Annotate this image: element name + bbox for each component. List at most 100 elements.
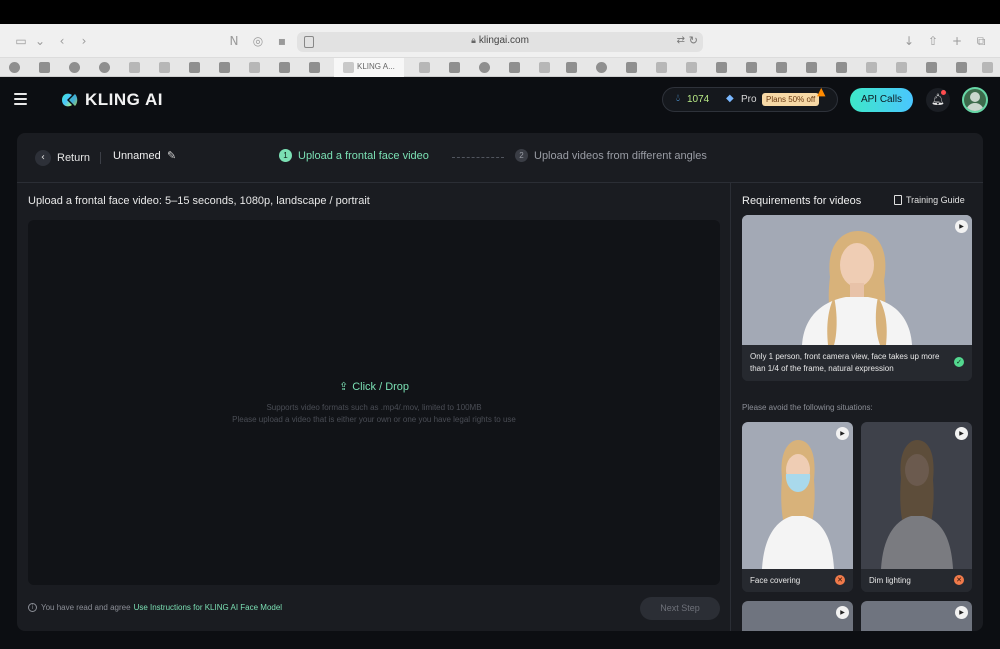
chevron-down-icon[interactable]: ⌄ [32,33,48,49]
translate-icon[interactable]: ⇄ [677,35,685,46]
step-2: 2 Upload videos from different angles [515,149,707,162]
play-icon[interactable]: ▶ [955,427,968,440]
tab-favicon[interactable] [69,62,80,73]
return-button[interactable]: ‹ Return [35,148,90,168]
play-icon[interactable]: ▶ [836,427,849,440]
upload-dropzone[interactable]: ⇪ Click / Drop Supports video formats suc… [28,220,720,585]
tab-favicon[interactable] [99,62,110,73]
tab-favicon[interactable] [219,62,230,73]
tab-favicon[interactable] [686,62,697,73]
new-tab-icon[interactable]: + [949,33,965,49]
forward-icon[interactable]: › [76,33,92,49]
download-icon[interactable]: ↓ [901,33,917,49]
dim-lighting-caption: Dim lighting ✕ [861,569,972,592]
share-icon[interactable]: ⇧ [925,33,941,49]
panel-divider [730,183,731,631]
click-drop-label: Click / Drop [352,381,410,393]
avoid-card-face-covering[interactable]: ▶ Face covering ✕ [742,422,853,592]
instructions-link[interactable]: Use Instructions for KLING AI Face Model [134,603,283,612]
kling-logo-icon [62,93,78,107]
step-1: 1 Upload a frontal face video [279,149,429,162]
url-text: klingai.com [478,35,529,46]
face-model-panel: ‹ Return Unnamed ✎ 1 Upload a frontal fa… [17,133,983,631]
tab-favicon[interactable] [866,62,877,73]
tab-favicon[interactable] [279,62,290,73]
tab-favicon[interactable] [956,62,967,73]
edit-icon[interactable]: ✎ [167,149,176,162]
bell-icon[interactable]: 🔔︎ [926,88,950,112]
tab-favicon[interactable] [716,62,727,73]
face-covering-label: Face covering [750,576,801,585]
step-2-number: 2 [515,149,528,162]
divider [100,152,101,164]
api-calls-button[interactable]: API Calls [850,88,913,112]
diamond-icon: ◆ [726,93,734,104]
tab-overview-icon[interactable]: ⧉ [973,33,989,49]
notification-dot [941,90,946,95]
hamburger-icon[interactable] [14,93,27,105]
check-icon: ✓ [954,357,964,367]
tab-favicon[interactable] [309,62,320,73]
tab-favicon[interactable] [249,62,260,73]
good-example-text: Only 1 person, front camera view, face t… [750,352,940,373]
format-hint: Supports video formats such as .mp4/.mov… [266,403,482,412]
tab-favicon[interactable] [896,62,907,73]
address-bar[interactable]: 🔒︎ klingai.com ⇄ ↻ [297,32,703,52]
project-name: Unnamed [113,150,161,162]
training-guide-label: Training Guide [906,195,965,205]
tab-favicon[interactable] [39,62,50,73]
tab-favicon[interactable] [129,62,140,73]
tab-active[interactable]: KLING A... [334,58,404,77]
avoid-card[interactable]: ▶ [742,601,853,631]
close-icon: ✕ [954,575,964,585]
tab-favicon[interactable] [926,62,937,73]
tab-favicon[interactable] [836,62,847,73]
avoid-card[interactable]: ▶ [861,601,972,631]
tab-favicon[interactable] [566,62,577,73]
return-label: Return [57,152,91,164]
credits-count: 1074 [687,94,710,105]
play-icon[interactable]: ▶ [836,606,849,619]
info-icon: i [28,603,37,612]
tab-favicon[interactable] [776,62,787,73]
requirements-title: Requirements for videos [742,195,862,207]
play-icon[interactable]: ▶ [955,220,968,233]
notion-icon[interactable]: N [226,33,242,49]
tab-favicon[interactable] [596,62,607,73]
agreement-row: i You have read and agree Use Instructio… [28,603,282,612]
plans-discount-badge[interactable]: Plans 50% off [762,93,820,106]
tab-favicon[interactable] [806,62,817,73]
training-guide-link[interactable]: Training Guide [894,195,965,205]
extension-icon[interactable]: ▪ [274,33,290,49]
extension-icon[interactable]: ◎ [250,33,266,49]
tab-favicon[interactable] [479,62,490,73]
good-example-image [742,215,972,345]
lock-icon: 🔒︎ [471,36,476,46]
avoid-title: Please avoid the following situations: [742,403,873,412]
tab-favicon[interactable] [746,62,757,73]
tab-favicon[interactable] [626,62,637,73]
dim-lighting-label: Dim lighting [869,576,911,585]
next-step-button[interactable]: Next Step [640,597,720,620]
tab-favicon[interactable] [509,62,520,73]
tab-favicon[interactable] [656,62,667,73]
tab-favicon[interactable] [189,62,200,73]
tab-favicon[interactable] [982,62,993,73]
click-drop[interactable]: ⇪ Click / Drop [28,380,720,393]
avatar[interactable] [962,87,988,113]
fire-icon: ▲ [817,85,826,98]
tab-favicon[interactable] [9,62,20,73]
tab-favicon[interactable] [449,62,460,73]
good-example-card[interactable]: ▶ Only 1 person, front camera view, face… [742,215,972,381]
sidebar-toggle-icon[interactable]: ▭ [13,33,29,49]
reload-icon[interactable]: ↻ [689,34,698,47]
tab-favicon[interactable] [539,62,550,73]
tab-favicon[interactable] [419,62,430,73]
book-icon [894,195,902,205]
back-icon[interactable]: ‹ [54,33,70,49]
tab-favicon[interactable] [159,62,170,73]
avoid-card-dim-lighting[interactable]: ▶ Dim lighting ✕ [861,422,972,592]
play-icon[interactable]: ▶ [955,606,968,619]
chevron-left-icon: ‹ [35,150,51,166]
steps-bar: ‹ Return Unnamed ✎ 1 Upload a frontal fa… [17,133,983,183]
